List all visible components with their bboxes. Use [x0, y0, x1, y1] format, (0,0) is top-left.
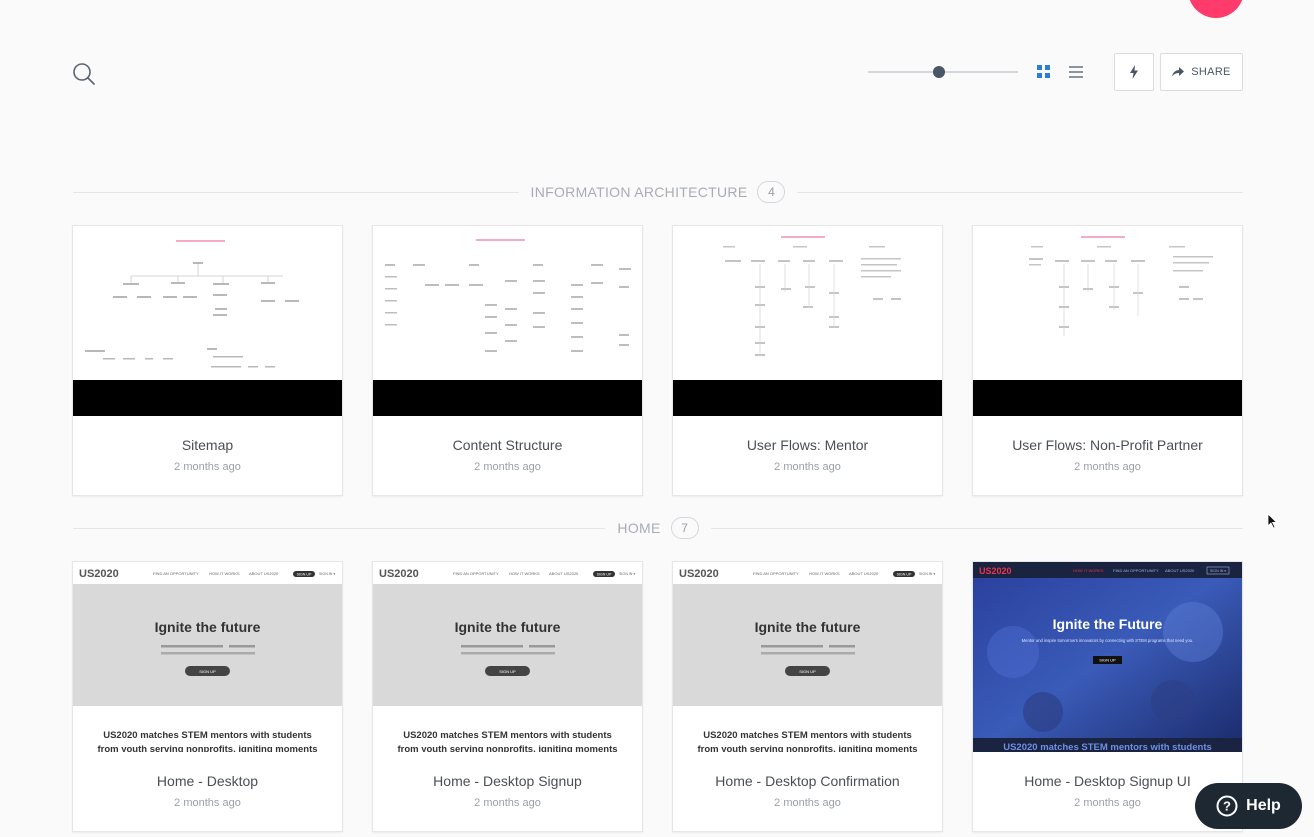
mockup-signin: SIGN IN ▾: [319, 572, 335, 576]
mockup-hero-subtitle: Mentor and inspire tomorrow's innovators…: [1022, 638, 1194, 643]
divider: [710, 527, 1244, 529]
card-date: 2 months ago: [774, 797, 841, 809]
divider: [797, 191, 1244, 193]
card-thumbnail: [373, 226, 642, 416]
mockup-tagline: from youth serving nonprofits, igniting …: [397, 744, 617, 752]
divider: [73, 191, 519, 193]
screen-card[interactable]: US2020 FIND AN OPPORTUNITY HOW IT WORKS …: [72, 561, 343, 832]
mouse-cursor-icon: [1267, 513, 1277, 529]
card-thumbnail: US2020 HOW IT WORKS FIND AN OPPORTUNITY …: [973, 562, 1242, 752]
section-header: INFORMATION ARCHITECTURE 4: [73, 180, 1244, 204]
mockup-nav-item: FIND AN OPPORTUNITY: [1113, 568, 1159, 573]
question-circle-icon: ?: [1216, 795, 1238, 817]
share-arrow-icon: [1172, 67, 1185, 77]
card-thumbnail: US2020 FIND AN OPPORTUNITY HOW IT WORKS …: [373, 562, 642, 752]
screen-card[interactable]: Content Structure 2 months ago: [372, 225, 643, 496]
screen-card[interactable]: User Flows: Non-Profit Partner 2 months …: [972, 225, 1243, 496]
share-label: SHARE: [1191, 66, 1231, 78]
mockup-nav-item: FIND AN OPPORTUNITY: [153, 571, 199, 576]
card-thumbnail: [673, 226, 942, 416]
card-thumbnail: US2020 FIND AN OPPORTUNITY HOW IT WORKS …: [73, 562, 342, 752]
mockup-logo: US2020: [379, 568, 419, 580]
lightning-button[interactable]: [1114, 53, 1154, 91]
help-label: Help: [1246, 797, 1281, 814]
mockup-logo: US2020: [979, 566, 1012, 576]
section-count-badge: 7: [670, 517, 699, 539]
mockup-hero-title: Ignite the future: [755, 619, 861, 635]
mockup-cta: SIGN UP: [799, 669, 816, 674]
mockup-signup-pill: SIGN UP: [597, 573, 612, 577]
mockup-nav-item: HOW IT WORKS: [209, 571, 240, 576]
card-date: 2 months ago: [774, 461, 841, 473]
card-thumbnail: [973, 226, 1242, 416]
mockup-logo: US2020: [79, 568, 119, 580]
mockup-nav-item: FIND AN OPPORTUNITY: [753, 571, 799, 576]
mockup-tagline: US2020 matches STEM mentors with student…: [703, 730, 912, 741]
mockup-nav-item: HOW IT WORKS: [1073, 568, 1104, 573]
mockup-cta: SIGN UP: [1099, 658, 1116, 663]
mockup-nav-item: ABOUT US2020: [549, 571, 579, 576]
mockup-signup-pill: SIGN UP: [297, 573, 312, 577]
mockup-hero-title: Ignite the future: [155, 619, 261, 635]
mockup-tagline: from youth serving nonprofits, igniting …: [697, 744, 917, 752]
zoom-slider-knob[interactable]: [932, 66, 945, 78]
screen-card[interactable]: User Flows: Mentor 2 months ago: [672, 225, 943, 496]
mockup-hero-title: Ignite the Future: [1053, 616, 1163, 632]
mockup-nav-item: ABOUT US2020: [249, 571, 279, 576]
mockup-signin: SIGN IN ▾: [919, 572, 935, 576]
divider: [73, 527, 606, 529]
svg-text:?: ?: [1223, 799, 1231, 814]
mockup-tagline: from youth serving nonprofits, igniting …: [97, 744, 317, 752]
card-date: 2 months ago: [174, 461, 241, 473]
mockup-nav-item: ABOUT US2020: [849, 571, 879, 576]
card-title: Content Structure: [452, 437, 563, 453]
card-title: Home - Desktop: [156, 773, 259, 789]
card-title: Home - Desktop Signup UI: [1024, 773, 1191, 789]
mockup-cta: SIGN UP: [199, 669, 216, 674]
mockup-signin: SIGN IN ▾: [619, 572, 635, 576]
card-thumbnail: [73, 226, 342, 416]
share-button[interactable]: SHARE: [1160, 53, 1243, 91]
help-button[interactable]: ? Help: [1195, 783, 1302, 829]
mockup-nav-item: HOW IT WORKS: [509, 571, 540, 576]
card-title: Home - Desktop Signup: [433, 773, 582, 789]
mockup-nav-item: HOW IT WORKS: [809, 571, 840, 576]
screen-card[interactable]: Sitemap 2 months ago: [72, 225, 343, 496]
search-icon[interactable]: [71, 61, 97, 87]
grid-view-icon[interactable]: [1037, 65, 1051, 79]
mockup-signup-pill: SIGN UP: [897, 573, 912, 577]
card-title: Home - Desktop Confirmation: [715, 773, 900, 789]
card-title: User Flows: Mentor: [746, 437, 869, 453]
card-date: 2 months ago: [474, 797, 541, 809]
zoom-slider[interactable]: [868, 62, 1018, 82]
lightning-icon: [1130, 65, 1138, 79]
card-title: User Flows: Non-Profit Partner: [1012, 437, 1203, 453]
screen-card[interactable]: US2020 FIND AN OPPORTUNITY HOW IT WORKS …: [672, 561, 943, 832]
section-title: INFORMATION ARCHITECTURE: [530, 184, 748, 200]
mockup-hero-title: Ignite the future: [455, 619, 561, 635]
mockup-tagline: US2020 matches STEM mentors with student…: [403, 730, 612, 741]
card-thumbnail: US2020 FIND AN OPPORTUNITY HOW IT WORKS …: [673, 562, 942, 752]
avatar[interactable]: [1188, 0, 1244, 18]
mockup-tagline: US2020 matches STEM mentors with student…: [103, 730, 312, 741]
mockup-tagline: US2020 matches STEM mentors with student…: [1003, 742, 1212, 752]
section-header: HOME 7: [73, 516, 1244, 540]
mockup-logo: US2020: [679, 568, 719, 580]
mockup-cta: SIGN UP: [499, 669, 516, 674]
card-title: Sitemap: [181, 437, 234, 453]
mockup-nav-item: ABOUT US2020: [1165, 568, 1195, 573]
list-view-icon[interactable]: [1069, 66, 1084, 79]
mockup-signin: SIGN IN ▾: [1210, 569, 1226, 573]
screen-card[interactable]: US2020 FIND AN OPPORTUNITY HOW IT WORKS …: [372, 561, 643, 832]
mockup-nav-item: FIND AN OPPORTUNITY: [453, 571, 499, 576]
card-date: 2 months ago: [1074, 461, 1141, 473]
card-date: 2 months ago: [174, 797, 241, 809]
card-date: 2 months ago: [474, 461, 541, 473]
section-count-badge: 4: [757, 181, 786, 203]
section-title: HOME: [617, 520, 661, 536]
